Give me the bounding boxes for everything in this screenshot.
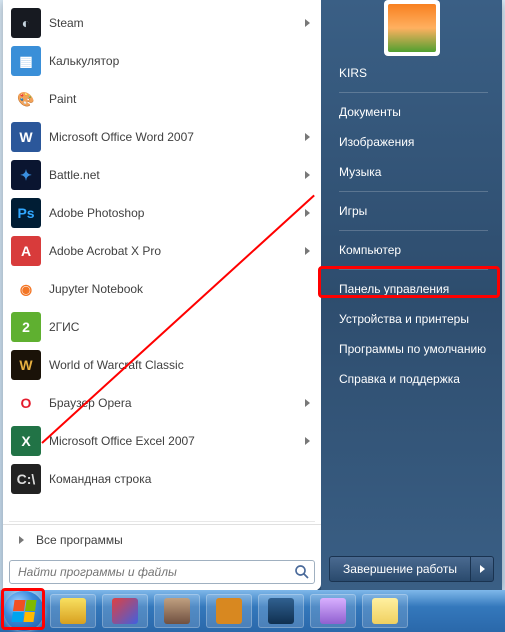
app-icon: W xyxy=(11,122,41,152)
start-menu: ◐ Steam ▦ Калькулятор 🎨 Paint W Microsoft Offic… xyxy=(3,0,502,590)
separator xyxy=(9,521,315,522)
app-icon: Ps xyxy=(11,198,41,228)
app-label: Microsoft Office Excel 2007 xyxy=(49,434,305,448)
separator xyxy=(339,269,488,270)
app-icon: O xyxy=(11,388,41,418)
right-panel-link[interactable]: Игры xyxy=(333,196,494,226)
app-label: Adobe Acrobat X Pro xyxy=(49,244,305,258)
right-panel-link[interactable]: Изображения xyxy=(333,127,494,157)
right-panel-link[interactable]: Документы xyxy=(333,97,494,127)
app-item[interactable]: 🎨 Paint xyxy=(7,80,317,118)
taskbar-app-icon xyxy=(164,598,190,624)
submenu-arrow-icon xyxy=(305,399,310,407)
submenu-arrow-icon xyxy=(305,133,310,141)
submenu-arrow-icon xyxy=(305,437,310,445)
arrow-right-icon xyxy=(19,536,24,544)
app-icon: ◐ xyxy=(11,8,41,38)
pinned-apps-list: ◐ Steam ▦ Калькулятор 🎨 Paint W Microsoft Offic… xyxy=(3,0,321,519)
taskbar-app-icon xyxy=(372,598,398,624)
search-icon[interactable] xyxy=(293,563,311,581)
app-label: Steam xyxy=(49,16,305,30)
submenu-arrow-icon xyxy=(305,209,310,217)
submenu-arrow-icon xyxy=(305,247,310,255)
taskbar-app-button[interactable] xyxy=(310,594,356,628)
windows-logo-icon xyxy=(11,600,36,622)
app-label: Калькулятор xyxy=(49,54,313,68)
separator xyxy=(339,230,488,231)
user-picture-frame[interactable] xyxy=(384,0,440,56)
app-icon: X xyxy=(11,426,41,456)
start-menu-right-panel: KIRS ДокументыИзображенияМузыка Игры Компь… xyxy=(321,0,502,590)
start-button[interactable] xyxy=(4,591,44,631)
submenu-arrow-icon xyxy=(305,19,310,27)
taskbar-app-button[interactable] xyxy=(154,594,200,628)
taskbar-app-button[interactable] xyxy=(362,594,408,628)
shutdown-button[interactable]: Завершение работы xyxy=(329,556,494,582)
search-row xyxy=(3,554,321,590)
app-label: Battle.net xyxy=(49,168,305,182)
taskbar xyxy=(0,590,505,632)
taskbar-app-icon xyxy=(112,598,138,624)
app-icon: A xyxy=(11,236,41,266)
app-label: Paint xyxy=(49,92,313,106)
start-menu-left-panel: ◐ Steam ▦ Калькулятор 🎨 Paint W Microsoft Offic… xyxy=(3,0,321,590)
app-icon: ▦ xyxy=(11,46,41,76)
right-panel-link[interactable]: Компьютер xyxy=(333,235,494,265)
app-icon: 🎨 xyxy=(11,84,41,114)
taskbar-app-button[interactable] xyxy=(50,594,96,628)
app-item[interactable]: 2 2ГИС xyxy=(7,308,317,346)
app-icon: ✦ xyxy=(11,160,41,190)
app-item[interactable]: W World of Warcraft Classic xyxy=(7,346,317,384)
taskbar-app-icon xyxy=(60,598,86,624)
search-input[interactable] xyxy=(9,560,315,584)
all-programs-label: Все программы xyxy=(36,533,123,547)
taskbar-app-button[interactable] xyxy=(258,594,304,628)
app-item[interactable]: O Браузер Opera xyxy=(7,384,317,422)
app-item[interactable]: Ps Adobe Photoshop xyxy=(7,194,317,232)
app-icon: C:\ xyxy=(11,464,41,494)
app-label: 2ГИС xyxy=(49,320,313,334)
submenu-arrow-icon xyxy=(305,171,310,179)
app-label: Adobe Photoshop xyxy=(49,206,305,220)
separator xyxy=(339,92,488,93)
app-item[interactable]: A Adobe Acrobat X Pro xyxy=(7,232,317,270)
shutdown-menu-arrow[interactable] xyxy=(471,557,493,581)
all-programs-button[interactable]: Все программы xyxy=(3,524,321,554)
right-panel-link[interactable]: Программы по умолчанию xyxy=(333,334,494,364)
app-item[interactable]: C:\ Командная строка xyxy=(7,460,317,498)
app-icon: ◉ xyxy=(11,274,41,304)
app-label: Jupyter Notebook xyxy=(49,282,313,296)
app-icon: W xyxy=(11,350,41,380)
arrow-right-icon xyxy=(480,565,485,573)
app-icon: 2 xyxy=(11,312,41,342)
shutdown-row: Завершение работы xyxy=(321,548,502,590)
app-item[interactable]: ▦ Калькулятор xyxy=(7,42,317,80)
taskbar-app-button[interactable] xyxy=(102,594,148,628)
right-panel-link[interactable]: Панель управления xyxy=(333,274,494,304)
right-panel-link[interactable]: Музыка xyxy=(333,157,494,187)
separator xyxy=(339,191,488,192)
app-label: World of Warcraft Classic xyxy=(49,358,313,372)
app-item[interactable]: ✦ Battle.net xyxy=(7,156,317,194)
app-item[interactable]: ◐ Steam xyxy=(7,4,317,42)
shutdown-label[interactable]: Завершение работы xyxy=(330,557,471,581)
app-item[interactable]: X Microsoft Office Excel 2007 xyxy=(7,422,317,460)
right-panel-items: KIRS ДокументыИзображенияМузыка Игры Компь… xyxy=(321,42,502,548)
user-picture xyxy=(388,4,436,52)
right-panel-link[interactable]: Устройства и принтеры xyxy=(333,304,494,334)
taskbar-buttons xyxy=(50,594,408,628)
search-box xyxy=(9,560,315,584)
taskbar-app-button[interactable] xyxy=(206,594,252,628)
taskbar-app-icon xyxy=(216,598,242,624)
right-panel-link[interactable]: Справка и поддержка xyxy=(333,364,494,394)
taskbar-app-icon xyxy=(268,598,294,624)
taskbar-app-icon xyxy=(320,598,346,624)
username-link[interactable]: KIRS xyxy=(333,58,494,88)
app-label: Microsoft Office Word 2007 xyxy=(49,130,305,144)
app-label: Командная строка xyxy=(49,472,313,486)
app-item[interactable]: W Microsoft Office Word 2007 xyxy=(7,118,317,156)
app-item[interactable]: ◉ Jupyter Notebook xyxy=(7,270,317,308)
app-label: Браузер Opera xyxy=(49,396,305,410)
